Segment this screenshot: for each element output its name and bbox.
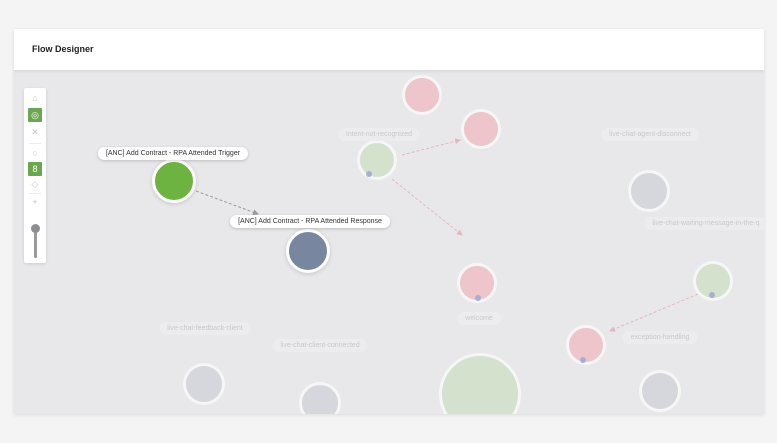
node-label-waiting-message: live-chat-waiting-message-in-the-q: [644, 217, 764, 230]
node-label-trigger: [ANC] Add Contract - RPA Attended Trigge…: [97, 147, 249, 160]
node-port-dot: [475, 295, 481, 301]
home-icon[interactable]: ⌂: [28, 91, 42, 105]
flow-node-response[interactable]: [286, 229, 330, 273]
page-title: Flow Designer: [32, 44, 94, 54]
fit-view-icon[interactable]: ◎: [28, 108, 42, 122]
flow-canvas[interactable]: Intent-not-recognized live-chat-agent-di…: [14, 71, 764, 414]
node-label-exception-handling: exception-handling: [622, 331, 698, 344]
zoom-slider-handle[interactable]: [31, 224, 40, 233]
flow-designer-panel: Flow Designer Intent-not-recognized live…: [14, 29, 764, 414]
flow-node-red-lower[interactable]: [566, 325, 606, 365]
flow-node-red-top[interactable]: [402, 75, 442, 115]
flow-node-agent-disconnect[interactable]: [628, 170, 670, 212]
node-label-welcome: welcome: [457, 312, 501, 325]
node-label-intent-not-recognized: Intent-not-recognized: [337, 128, 421, 141]
edges-layer: [195, 138, 699, 332]
panel-header: Flow Designer: [14, 29, 764, 71]
shrink-icon[interactable]: ✕: [28, 125, 42, 139]
node-label-response: [ANC] Add Contract - RPA Attended Respon…: [230, 215, 390, 228]
node-port-dot: [366, 171, 372, 177]
eraser-icon[interactable]: ◇: [28, 177, 42, 191]
node-label-feedback-client: live-chat-feedback-client: [159, 322, 251, 335]
flow-node-intent-not-recognized[interactable]: [357, 140, 397, 180]
node-port-dot: [709, 292, 715, 298]
node-port-dot: [580, 357, 586, 363]
edge-trigger-to-response: [195, 190, 259, 216]
canvas-toolbar: ⌂ ◎ ✕ ○ 8 ◇ +: [24, 88, 46, 263]
edge-intent-to-red-middle: [391, 178, 463, 236]
node-toggle-icon[interactable]: 8: [28, 162, 42, 176]
flow-node-red-upper[interactable]: [461, 109, 501, 149]
edge-intent-to-red-upper: [401, 138, 461, 156]
edge-waiting-to-red-lower: [609, 293, 699, 332]
toolbar-divider: [29, 193, 41, 194]
flow-node-feedback-client[interactable]: [183, 363, 225, 405]
circle-layout-icon[interactable]: ○: [28, 146, 42, 160]
toolbar-divider: [29, 143, 41, 144]
flow-node-trigger[interactable]: [152, 159, 196, 203]
node-label-client-connected: live-chat-client-connected: [272, 339, 368, 352]
node-label-agent-disconnect: live-chat-agent-disconnect: [601, 128, 699, 141]
zoom-in-icon[interactable]: +: [28, 195, 42, 209]
flow-node-exception-handling[interactable]: [639, 370, 681, 412]
